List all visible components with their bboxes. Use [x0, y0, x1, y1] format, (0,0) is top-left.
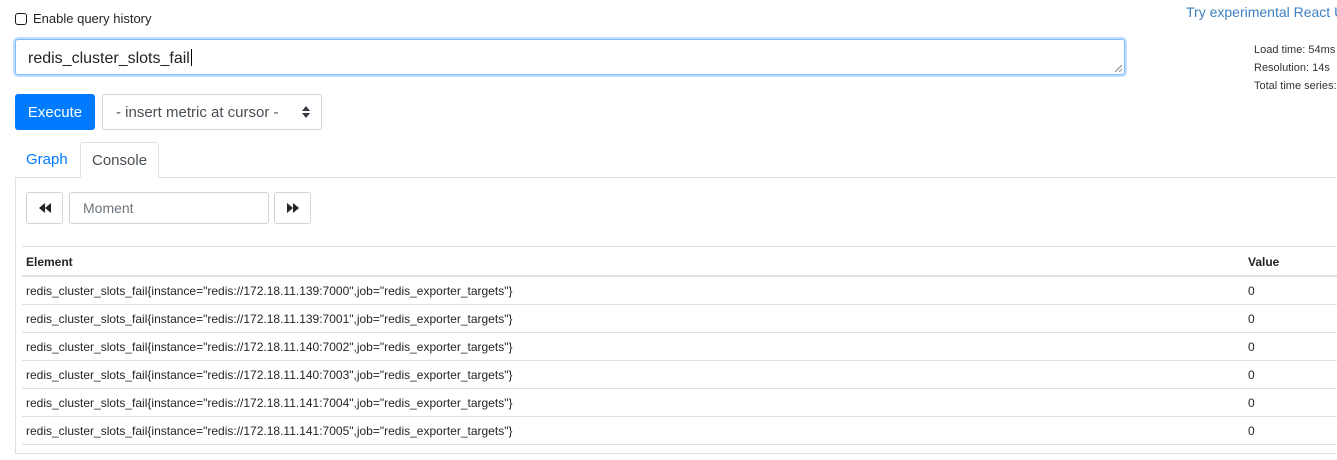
query-value: redis_cluster_slots_fail	[28, 50, 190, 67]
time-forward-button[interactable]	[274, 192, 311, 224]
row-value: 0	[1248, 284, 1255, 298]
column-header-value: Value	[1248, 255, 1280, 269]
query-history-checkbox[interactable]	[15, 12, 27, 25]
moment-input[interactable]: Moment	[69, 192, 269, 224]
view-tabs: Graph Console	[15, 142, 1337, 178]
insert-metric-label: - insert metric at cursor -	[116, 103, 279, 121]
row-element: redis_cluster_slots_fail{instance="redis…	[26, 284, 513, 298]
table-header: Element Value	[22, 246, 1337, 277]
row-element: redis_cluster_slots_fail{instance="redis…	[26, 340, 513, 354]
query-text: redis_cluster_slots_fail	[28, 49, 192, 68]
column-header-element: Element	[26, 255, 73, 269]
resize-handle-icon[interactable]	[1115, 65, 1122, 72]
text-caret	[190, 49, 192, 66]
react-ui-link[interactable]: Try experimental React UI	[1186, 4, 1337, 20]
row-element: redis_cluster_slots_fail{instance="redis…	[26, 312, 513, 326]
time-back-button[interactable]	[26, 192, 63, 224]
table-row: redis_cluster_slots_fail{instance="redis…	[22, 361, 1337, 389]
tab-graph[interactable]: Graph	[15, 142, 79, 176]
row-element: redis_cluster_slots_fail{instance="redis…	[26, 396, 513, 410]
total-time-series: Total time series: 6	[1254, 80, 1337, 92]
query-input[interactable]: redis_cluster_slots_fail	[15, 39, 1125, 75]
row-value: 0	[1248, 396, 1255, 410]
query-history-label: Enable query history	[33, 11, 152, 26]
query-history-toggle[interactable]: Enable query history	[15, 11, 152, 26]
console-panel: Moment Element Value redis_cluster_slots…	[15, 177, 1337, 454]
row-value: 0	[1248, 312, 1255, 326]
query-stats: Load time: 54ms Resolution: 14s Total ti…	[1254, 41, 1337, 95]
prometheus-page: Enable query history Try experimental Re…	[0, 0, 1337, 460]
table-row: redis_cluster_slots_fail{instance="redis…	[22, 417, 1337, 445]
row-value: 0	[1248, 340, 1255, 354]
table-row: redis_cluster_slots_fail{instance="redis…	[22, 277, 1337, 305]
fast-forward-icon	[286, 203, 299, 213]
insert-metric-select[interactable]: - insert metric at cursor -	[102, 94, 322, 130]
row-element: redis_cluster_slots_fail{instance="redis…	[26, 424, 513, 438]
row-value: 0	[1248, 368, 1255, 382]
tab-console[interactable]: Console	[80, 142, 160, 178]
row-element: redis_cluster_slots_fail{instance="redis…	[26, 368, 513, 382]
results-table: Element Value redis_cluster_slots_fail{i…	[22, 246, 1337, 445]
fast-backward-icon	[38, 203, 51, 213]
execute-button[interactable]: Execute	[15, 94, 95, 130]
load-time: Load time: 54ms	[1254, 44, 1336, 56]
row-value: 0	[1248, 424, 1255, 438]
select-arrows-icon	[302, 106, 310, 118]
table-row: redis_cluster_slots_fail{instance="redis…	[22, 305, 1337, 333]
table-row: redis_cluster_slots_fail{instance="redis…	[22, 333, 1337, 361]
resolution: Resolution: 14s	[1254, 62, 1330, 74]
table-row: redis_cluster_slots_fail{instance="redis…	[22, 389, 1337, 417]
